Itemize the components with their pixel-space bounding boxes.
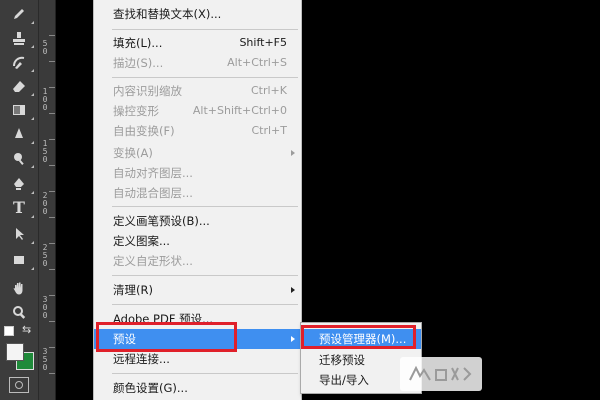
callout-box-preset-manager	[301, 325, 416, 349]
menu-item-define-brush-preset[interactable]: 定义画笔预设(B)...	[94, 211, 301, 231]
menu-item-find-replace[interactable]: 查找和替换文本(X)...	[94, 4, 301, 24]
menu-item-label: 变换(A)	[113, 146, 153, 160]
menu-item-shortcut: Shift+F5	[239, 36, 287, 49]
default-colors-icon[interactable]	[4, 326, 14, 336]
menu-item-shortcut: Ctrl+T	[251, 124, 287, 137]
menu-item-label: 定义画笔预设(B)...	[113, 214, 210, 228]
menu-item-shortcut: Alt+Ctrl+S	[227, 56, 287, 69]
menu-item-define-pattern[interactable]: 定义图案...	[94, 231, 301, 251]
menu-item-content-aware-scale[interactable]: 内容识别缩放 Ctrl+K	[94, 81, 301, 101]
menu-item-label: 清理(R)	[113, 283, 153, 297]
submenu-item-label: 迁移预设	[319, 353, 365, 367]
eraser-icon[interactable]	[3, 74, 35, 98]
submenu-arrow-icon	[291, 150, 295, 156]
callout-box-presets	[96, 322, 237, 352]
ruler-tick: 1 5 0	[42, 139, 48, 164]
menu-item-label: 定义自定形状...	[113, 254, 193, 268]
menu-item-label: 描边(S)...	[113, 56, 164, 70]
menu-separator	[112, 373, 298, 374]
ruler-tick: 2 5 0	[42, 243, 48, 268]
pen-icon[interactable]	[3, 172, 35, 196]
foreground-color-swatch[interactable]	[6, 343, 24, 361]
menu-item-auto-align-layers[interactable]: 自动对齐图层...	[94, 163, 301, 183]
ruler-tick: 1 0 0	[42, 87, 48, 112]
history-brush-icon[interactable]	[3, 50, 35, 74]
menu-item-puppet-warp[interactable]: 操控变形 Alt+Shift+Ctrl+0	[94, 101, 301, 121]
menu-item-label: 自动对齐图层...	[113, 166, 193, 180]
vertical-ruler: 5 0 1 0 0 1 5 0 2 0 0 2 5 0 3 0 0 3 5 0	[39, 0, 56, 400]
menu-item-transform[interactable]: 变换(A)	[94, 143, 301, 163]
menu-item-shortcut: Ctrl+K	[250, 84, 287, 97]
menu-item-label: 颜色设置(G)...	[113, 381, 188, 395]
menu-item-label: 定义图案...	[113, 234, 170, 248]
submenu-item-label: 导出/导入	[319, 373, 369, 387]
menu-item-label: 填充(L)...	[113, 36, 163, 50]
ruler-tick: 3 5 0	[42, 347, 48, 372]
menu-item-label: 自由变换(F)	[113, 124, 175, 138]
menu-separator	[112, 275, 298, 276]
menu-item-label: 查找和替换文本(X)...	[113, 7, 222, 21]
menu-item-shortcut: Alt+Shift+Ctrl+0	[192, 104, 287, 117]
menu-separator	[112, 77, 298, 78]
menu-item-label: 操控变形	[113, 104, 159, 118]
menu-item-auto-blend-layers[interactable]: 自动混合图层...	[94, 183, 301, 203]
text-tool-glyph: T	[13, 198, 25, 217]
menu-item-free-transform[interactable]: 自由变换(F) Ctrl+T	[94, 121, 301, 141]
submenu-arrow-icon	[291, 287, 295, 293]
path-select-icon[interactable]	[3, 222, 35, 246]
ruler-tick: 2 0 0	[42, 191, 48, 216]
quick-mask-icon[interactable]	[9, 377, 29, 393]
hand-icon[interactable]	[3, 276, 35, 300]
menu-separator	[112, 206, 298, 207]
menu-item-fill[interactable]: 填充(L)... Shift+F5	[94, 33, 301, 53]
menu-separator	[112, 29, 298, 30]
menu-item-label: 内容识别缩放	[113, 84, 182, 98]
text-icon[interactable]: T	[3, 196, 35, 220]
stamp-icon[interactable]	[3, 26, 35, 50]
zoom-icon[interactable]	[3, 300, 35, 324]
dodge-icon[interactable]	[3, 146, 35, 170]
menu-item-define-custom-shape[interactable]: 定义自定形状...	[94, 251, 301, 271]
menu-separator	[112, 304, 298, 305]
submenu-arrow-icon	[291, 336, 295, 342]
menu-item-remote-connections[interactable]: 远程连接...	[94, 349, 301, 369]
pencil-icon[interactable]	[3, 2, 35, 26]
watermark	[400, 357, 482, 391]
tool-strip: T ⇆	[0, 0, 39, 400]
menu-item-purge[interactable]: 清理(R)	[94, 280, 301, 300]
gradient-icon[interactable]	[3, 98, 35, 122]
ruler-tick: 5 0	[42, 39, 48, 56]
menu-item-color-settings[interactable]: 颜色设置(G)...	[94, 378, 301, 398]
menu-item-label: 远程连接...	[113, 352, 170, 366]
blur-icon[interactable]	[3, 122, 35, 146]
ruler-tick: 3 0 0	[42, 295, 48, 320]
menu-item-label: 自动混合图层...	[113, 186, 193, 200]
swap-colors-icon[interactable]: ⇆	[22, 323, 31, 336]
menu-item-stroke[interactable]: 描边(S)... Alt+Ctrl+S	[94, 53, 301, 73]
rectangle-shape-icon[interactable]	[3, 248, 35, 272]
